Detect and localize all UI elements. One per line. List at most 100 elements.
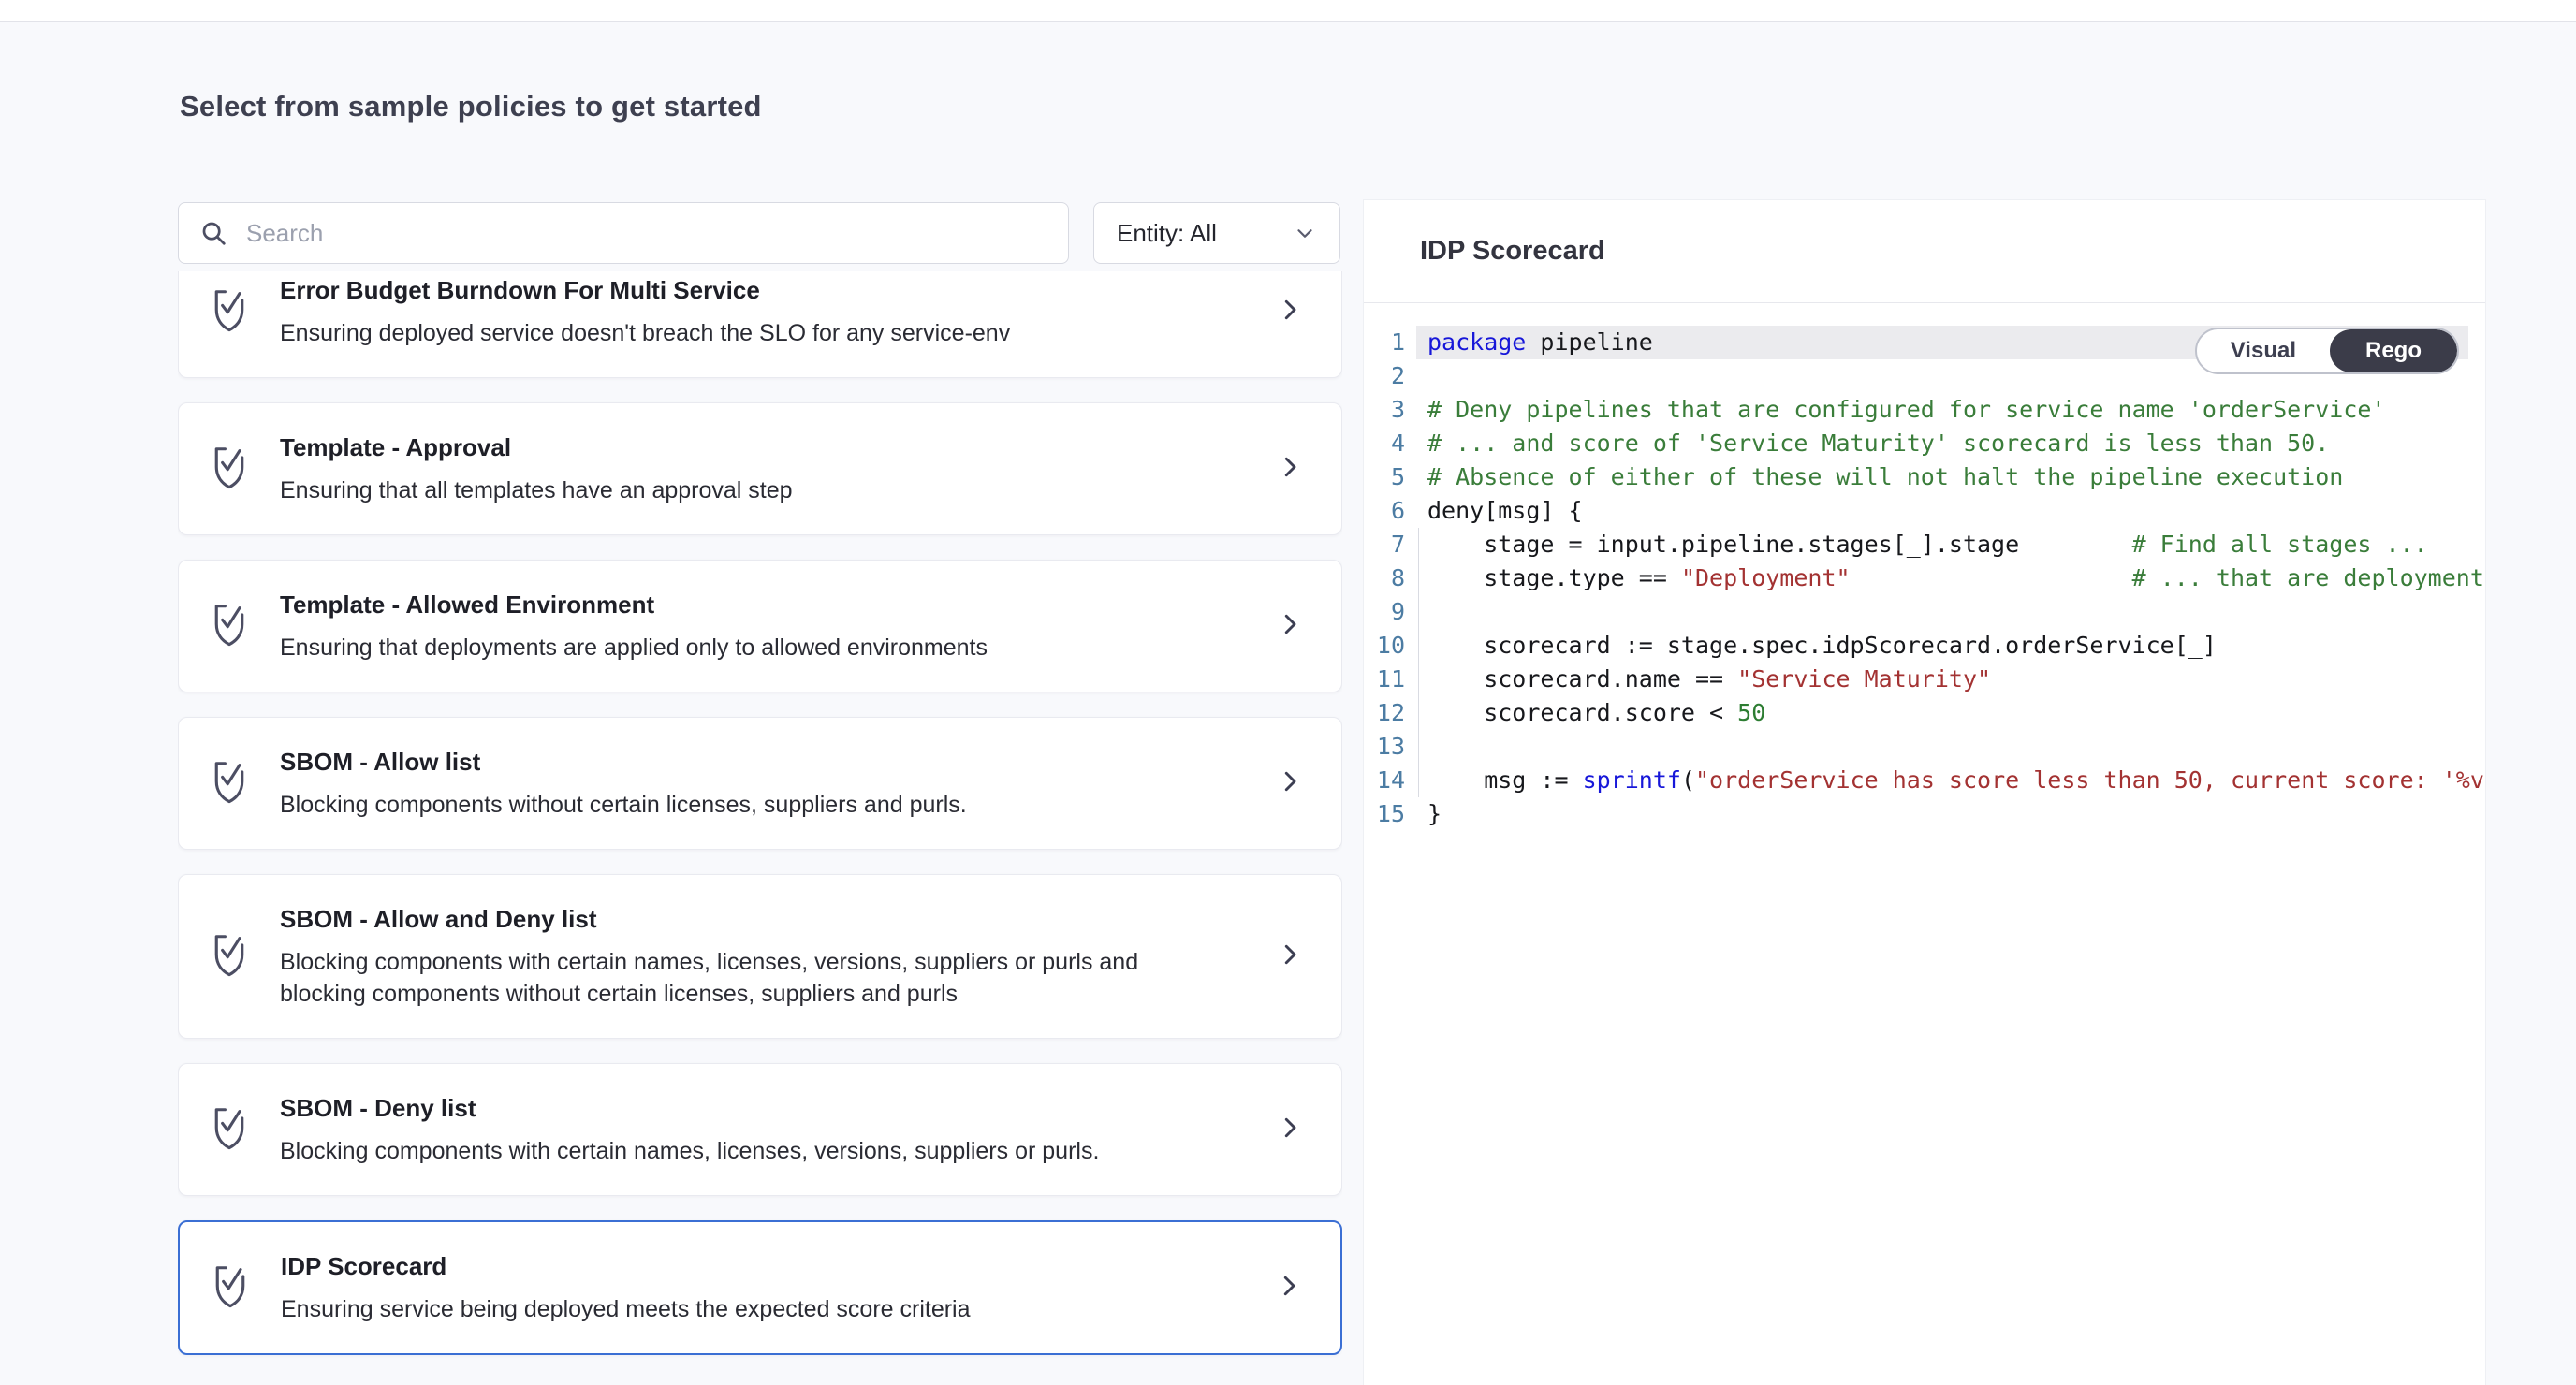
line-number: 11	[1364, 663, 1416, 696]
code-line-content	[1416, 595, 2485, 629]
indent-guide	[1418, 528, 1419, 797]
code-line-content	[1416, 730, 2485, 764]
line-number: 1	[1364, 326, 1416, 359]
code-line[interactable]: 13	[1364, 730, 2485, 764]
code-line-content: msg := sprintf("orderService has score l…	[1416, 764, 2485, 797]
line-number: 12	[1364, 696, 1416, 730]
shield-check-icon	[210, 1261, 251, 1315]
code-line-content: # ... and score of 'Service Maturity' sc…	[1416, 427, 2485, 460]
code-line[interactable]: 3# Deny pipelines that are configured fo…	[1364, 393, 2485, 427]
visual-rego-toggle: Visual Rego	[2195, 328, 2459, 374]
policy-card-text: SBOM - Allow list Blocking components wit…	[280, 746, 1257, 821]
code-line[interactable]: 7 stage = input.pipeline.stages[_].stage…	[1364, 528, 2485, 561]
chevron-right-icon[interactable]	[1276, 608, 1304, 645]
chevron-down-icon	[1293, 221, 1317, 245]
line-number: 8	[1364, 561, 1416, 595]
code-line[interactable]: 14 msg := sprintf("orderService has scor…	[1364, 764, 2485, 797]
line-number: 15	[1364, 797, 1416, 831]
line-number: 10	[1364, 629, 1416, 663]
policy-card[interactable]: SBOM - Allow and Deny list Blocking compo…	[178, 874, 1342, 1039]
policy-card-text: Error Budget Burndown For Multi Service E…	[280, 274, 1257, 349]
code-line-content: stage.type == "Deployment" # ... that ar…	[1416, 561, 2485, 595]
policy-card-text: SBOM - Deny list Blocking components with…	[280, 1092, 1257, 1167]
policy-list: Error Budget Burndown For Multi Service E…	[178, 271, 1342, 1385]
policy-detail-panel: IDP Scorecard Visual Rego 1package pipel…	[1363, 199, 2486, 1385]
entity-filter-dropdown[interactable]: Entity: All	[1093, 202, 1340, 264]
code-line-content: # Absence of either of these will not ha…	[1416, 460, 2485, 494]
page-title: Select from sample policies to get start…	[180, 90, 762, 124]
chevron-right-icon[interactable]	[1275, 1270, 1303, 1306]
detail-panel-title: IDP Scorecard	[1420, 236, 1605, 267]
search-icon	[199, 219, 227, 247]
policy-card[interactable]: SBOM - Deny list Blocking components with…	[178, 1063, 1342, 1196]
code-line-content: # Deny pipelines that are configured for…	[1416, 393, 2485, 427]
policy-description: Blocking components without certain lice…	[280, 789, 1178, 821]
line-number: 2	[1364, 359, 1416, 393]
code-line-content: }	[1416, 797, 2485, 831]
code-line-content: stage = input.pipeline.stages[_].stage #…	[1416, 528, 2485, 561]
shield-check-icon	[209, 443, 250, 496]
line-number: 14	[1364, 764, 1416, 797]
rego-toggle-button[interactable]: Rego	[2330, 329, 2457, 372]
policy-description: Ensuring that deployments are applied on…	[280, 632, 1178, 663]
chevron-right-icon[interactable]	[1276, 1112, 1304, 1148]
shield-check-icon	[209, 1103, 250, 1157]
visual-toggle-button[interactable]: Visual	[2197, 329, 2330, 372]
chevron-right-icon[interactable]	[1276, 939, 1304, 975]
policy-description: Ensuring deployed service doesn't breach…	[280, 317, 1178, 349]
shield-check-icon	[209, 285, 250, 339]
policy-card[interactable]: Template - Approval Ensuring that all tem…	[178, 402, 1342, 535]
policy-card[interactable]: Template - Allowed Environment Ensuring t…	[178, 560, 1342, 692]
shield-check-icon	[209, 757, 250, 810]
code-line[interactable]: 10 scorecard := stage.spec.idpScorecard.…	[1364, 629, 2485, 663]
search-box[interactable]	[178, 202, 1069, 264]
code-line[interactable]: 5# Absence of either of these will not h…	[1364, 460, 2485, 494]
policy-title: SBOM - Deny list	[280, 1092, 1257, 1124]
code-line[interactable]: 6deny[msg] {	[1364, 494, 2485, 528]
code-editor[interactable]: Visual Rego 1package pipeline23# Deny pi…	[1364, 303, 2485, 831]
code-line[interactable]: 15}	[1364, 797, 2485, 831]
policy-description: Blocking components with certain names, …	[280, 946, 1178, 1010]
chevron-right-icon[interactable]	[1276, 765, 1304, 802]
line-number: 4	[1364, 427, 1416, 460]
chevron-right-icon[interactable]	[1276, 451, 1304, 488]
policy-description: Blocking components with certain names, …	[280, 1135, 1178, 1167]
policy-card[interactable]: SBOM - Allow list Blocking components wit…	[178, 717, 1342, 850]
code-line[interactable]: 11 scorecard.name == "Service Maturity"	[1364, 663, 2485, 696]
policy-title: Template - Approval	[280, 431, 1257, 463]
policy-title: SBOM - Allow and Deny list	[280, 903, 1257, 935]
policy-title: IDP Scorecard	[281, 1250, 1256, 1282]
line-number: 5	[1364, 460, 1416, 494]
policy-card-text: Template - Allowed Environment Ensuring t…	[280, 589, 1257, 663]
code-line[interactable]: 8 stage.type == "Deployment" # ... that …	[1364, 561, 2485, 595]
entity-filter-label: Entity: All	[1117, 219, 1217, 248]
policy-card[interactable]: Error Budget Burndown For Multi Service E…	[178, 271, 1342, 378]
detail-header: IDP Scorecard	[1364, 200, 2485, 303]
line-number: 7	[1364, 528, 1416, 561]
code-line[interactable]: 9	[1364, 595, 2485, 629]
code-line-content: deny[msg] {	[1416, 494, 2485, 528]
policy-card-text: SBOM - Allow and Deny list Blocking compo…	[280, 903, 1257, 1010]
chevron-right-icon[interactable]	[1276, 294, 1304, 330]
top-window-strip	[0, 0, 2576, 22]
policy-card-text: Template - Approval Ensuring that all tem…	[280, 431, 1257, 506]
policy-title: Error Budget Burndown For Multi Service	[280, 274, 1257, 306]
policy-card[interactable]: IDP Scorecard Ensuring service being depl…	[178, 1220, 1342, 1355]
shield-check-icon	[209, 600, 250, 653]
code-line-content: scorecard.name == "Service Maturity"	[1416, 663, 2485, 696]
line-number: 3	[1364, 393, 1416, 427]
code-line[interactable]: 12 scorecard.score < 50	[1364, 696, 2485, 730]
code-line[interactable]: 4# ... and score of 'Service Maturity' s…	[1364, 427, 2485, 460]
shield-check-icon	[209, 930, 250, 984]
search-input[interactable]	[244, 218, 1047, 249]
policy-card-text: IDP Scorecard Ensuring service being depl…	[281, 1250, 1256, 1325]
policy-description: Ensuring that all templates have an appr…	[280, 474, 1178, 506]
policy-description: Ensuring service being deployed meets th…	[281, 1293, 1179, 1325]
line-number: 9	[1364, 595, 1416, 629]
code-line-content: scorecard.score < 50	[1416, 696, 2485, 730]
policy-title: Template - Allowed Environment	[280, 589, 1257, 620]
policy-title: SBOM - Allow list	[280, 746, 1257, 778]
toolbar: Entity: All	[178, 202, 1342, 264]
line-number: 6	[1364, 494, 1416, 528]
code-line-content: scorecard := stage.spec.idpScorecard.ord…	[1416, 629, 2485, 663]
